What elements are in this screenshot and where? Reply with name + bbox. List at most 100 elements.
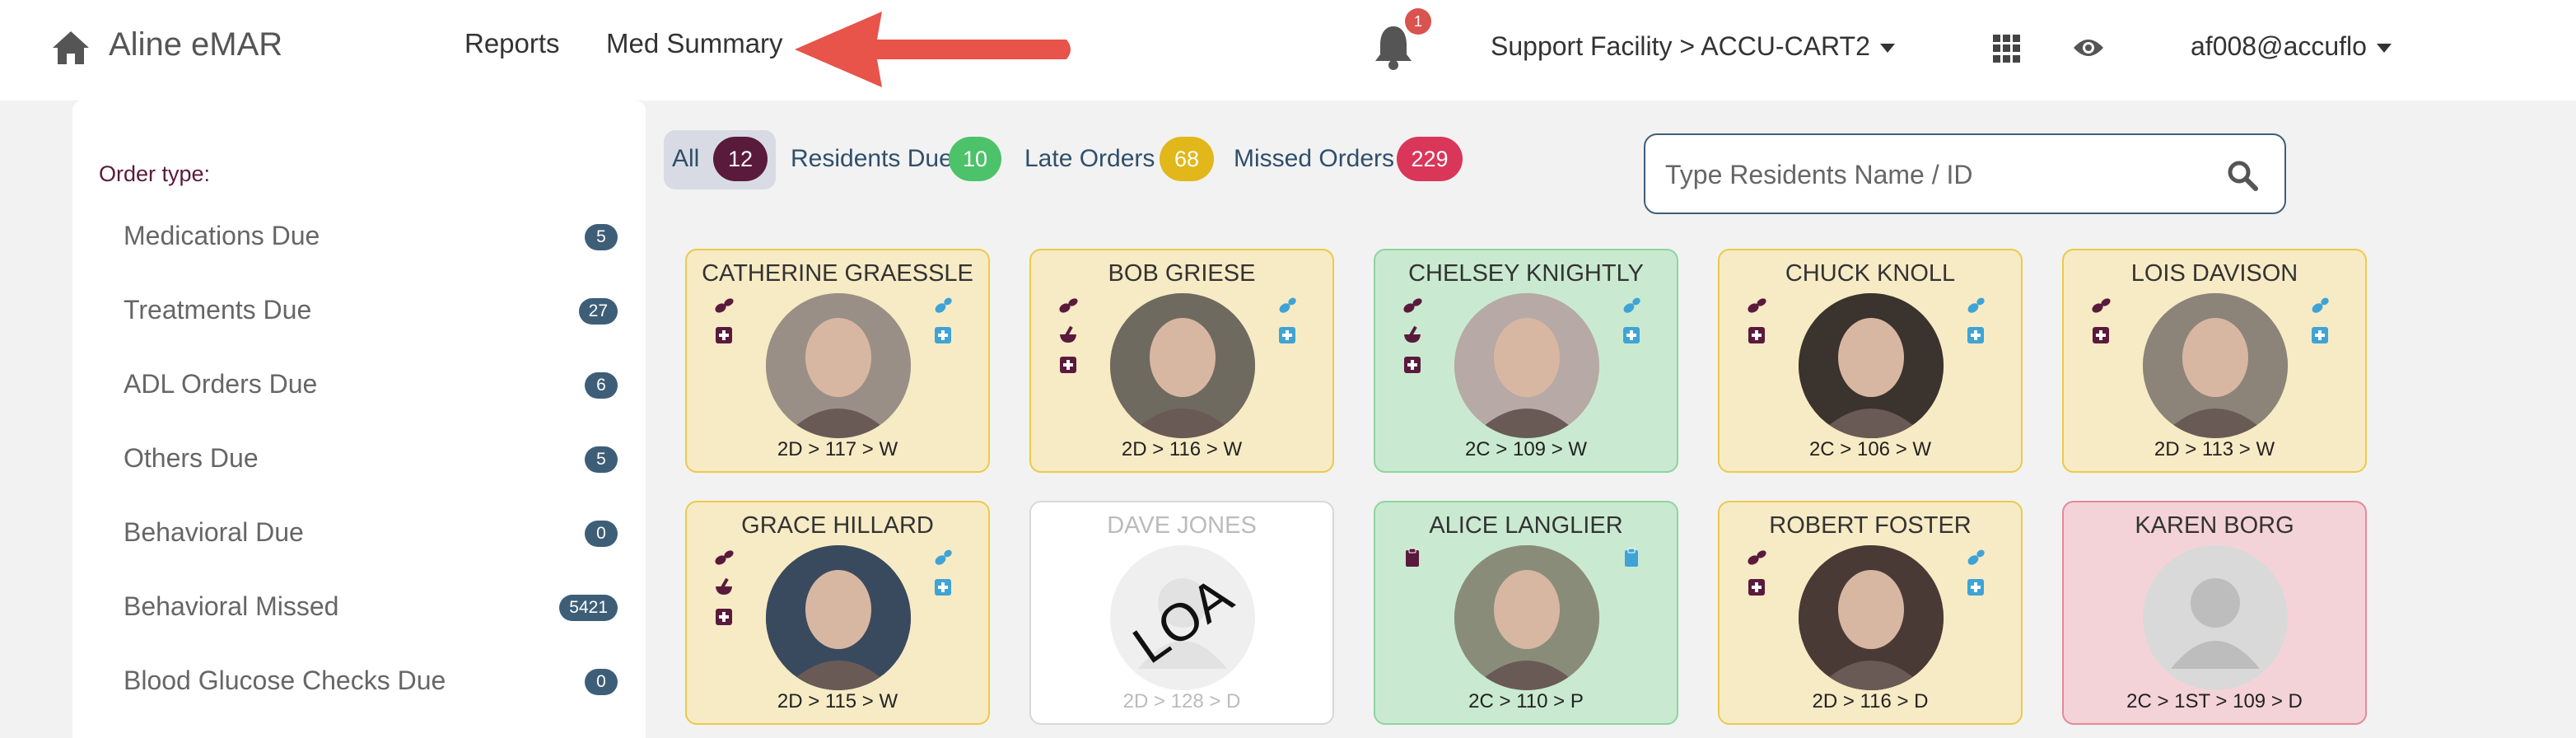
resident-photo [1799,293,1944,438]
filter-tab-all[interactable]: All 12 [664,130,776,189]
eye-icon[interactable] [2072,36,2105,59]
rx-pills-icon [1623,297,1640,313]
rx-plus-icon [1967,579,1984,596]
sidebar-item-label: Behavioral Due [124,517,304,547]
notification-count-badge: 1 [1405,8,1431,35]
rx-pills-icon [1967,297,1985,313]
resident-name: CATHERINE GRAESSLE [702,260,973,287]
resident-room: 2D > 115 > W [777,690,898,712]
resident-search-box [1644,133,2286,214]
person-placeholder-icon [2171,578,2260,669]
treatment-plus-icon [1404,357,1421,373]
resident-room: 2C > 1ST > 109 > D [2126,690,2303,712]
mortar-pestle-icon [716,577,732,595]
resident-room: 2D > 116 > D [1812,690,1929,712]
resident-avatar [1454,545,1599,690]
resident-avatar [2143,293,2288,438]
sidebar-item-behavioral-missed[interactable]: Behavioral Missed 5421 [124,583,618,633]
sidebar-item-medications-due[interactable]: Medications Due 5 [124,213,618,262]
rx-plus-icon [1623,327,1640,343]
filter-tab-label: Missed Orders [1234,145,1395,172]
treatment-plus-icon [716,609,732,625]
resident-photo [766,293,911,438]
facility-selector[interactable]: Support Facility > ACCU-CART2 [1491,31,1895,62]
pills-icon [2092,298,2111,313]
resident-name: CHELSEY KNIGHTLY [1408,260,1644,287]
sidebar-item-count: 0 [585,521,618,547]
nav-reports-link[interactable]: Reports [464,28,560,59]
facility-label: Support Facility > ACCU-CART2 [1491,31,1870,61]
rx-pills-icon [935,549,952,565]
sidebar-item-adl-orders-due[interactable]: ADL Orders Due 6 [124,361,618,410]
resident-room: 2D > 128 > D [1122,690,1241,712]
pills-icon [1059,298,1078,313]
sidebar-item-count: 5 [585,446,618,473]
filter-count-badge: 68 [1160,137,1214,181]
pills-icon [715,550,734,565]
sidebar-item-label: Medications Due [124,221,320,250]
resident-avatar: LOA [1110,545,1255,690]
resident-card[interactable]: DAVE JONES LOA 2D > 128 > D [1029,501,1334,725]
resident-card[interactable]: CATHERINE GRAESSLE 2D > 117 > W [685,249,990,473]
resident-card[interactable]: CHUCK KNOLL 2C > 106 > W [1718,249,2023,473]
sidebar-item-treatments-due[interactable]: Treatments Due 27 [124,287,618,336]
chevron-down-icon [2376,44,2392,54]
filter-count-badge: 12 [713,137,768,181]
user-menu[interactable]: af008@accuflo [2191,31,2392,62]
rx-pills-icon [1967,549,1985,565]
resident-photo [1110,293,1255,438]
resident-name: KAREN BORG [2135,512,2294,539]
sidebar-item-blood-glucose-checks-due[interactable]: Blood Glucose Checks Due 0 [124,657,618,707]
filter-count-badge: 10 [949,137,1001,181]
resident-name: GRACE HILLARD [741,512,934,539]
resident-room: 2D > 113 > W [2154,438,2275,460]
app-brand[interactable]: Aline eMAR [109,26,282,63]
filter-tab-residents-due[interactable]: Residents Due 10 [789,130,1005,189]
order-type-heading: Order type: [99,161,211,186]
chevron-down-icon [1879,44,1895,54]
sidebar-item-count: 5 [585,224,618,250]
treatment-plus-icon [2093,327,2109,343]
rx-plus-icon [1279,327,1295,343]
mortar-pestle-icon [1404,325,1421,343]
rx-plus-icon [935,327,951,343]
filter-tab-late-orders[interactable]: Late Orders 68 [1024,130,1219,189]
rx-clipboard-icon [1625,548,1638,567]
rx-pills-icon [1279,297,1296,313]
resident-card[interactable]: BOB GRIESE 2D > 116 > W [1029,249,1334,473]
filter-tab-label: All [672,145,700,172]
clipboard-icon [1406,548,1419,567]
resident-name: ROBERT FOSTER [1769,512,1972,539]
resident-photo [1454,545,1599,690]
resident-card[interactable]: KAREN BORG 2C > 1ST > 109 > D [2062,501,2367,725]
sidebar-item-others-due[interactable]: Others Due 5 [124,435,618,484]
resident-avatar [1799,545,1944,690]
nav-med-summary-link[interactable]: Med Summary [606,28,783,59]
resident-card[interactable]: GRACE HILLARD 2D > 115 > W [685,501,990,725]
filter-tab-missed-orders[interactable]: Missed Orders 229 [1234,130,1466,189]
pills-icon [1748,298,1766,313]
resident-avatar [766,293,911,438]
resident-card[interactable]: CHELSEY KNIGHTLY 2C > 109 > W [1374,249,1678,473]
resident-room: 2C > 109 > W [1464,438,1588,460]
resident-name: LOIS DAVISON [2130,260,2298,287]
mortar-pestle-icon [1060,325,1076,343]
resident-card[interactable]: LOIS DAVISON 2D > 113 > W [2062,249,2367,473]
resident-search-input[interactable] [1665,153,2225,196]
apps-grid-icon[interactable] [1993,35,2021,63]
resident-card[interactable]: ALICE LANGLIER 2C > 110 > P [1374,501,1678,725]
pills-icon [1748,550,1766,565]
order-type-sidebar: Order type: Medications Due 5 Treatments… [72,100,646,738]
resident-room: 2D > 117 > W [777,438,898,460]
sidebar-item-behavioral-due[interactable]: Behavioral Due 0 [124,509,618,558]
pills-icon [1403,298,1422,313]
rx-plus-icon [2312,327,2328,343]
sidebar-item-label: Behavioral Missed [124,591,339,621]
resident-room: 2D > 116 > W [1121,438,1243,460]
resident-card[interactable]: ROBERT FOSTER 2D > 116 > D [1718,501,2023,725]
home-icon[interactable] [51,30,91,66]
treatment-plus-icon [1748,327,1765,343]
sidebar-item-label: Blood Glucose Checks Due [124,666,446,695]
sidebar-item-label: Others Due [124,443,259,473]
search-icon[interactable] [2227,160,2258,191]
